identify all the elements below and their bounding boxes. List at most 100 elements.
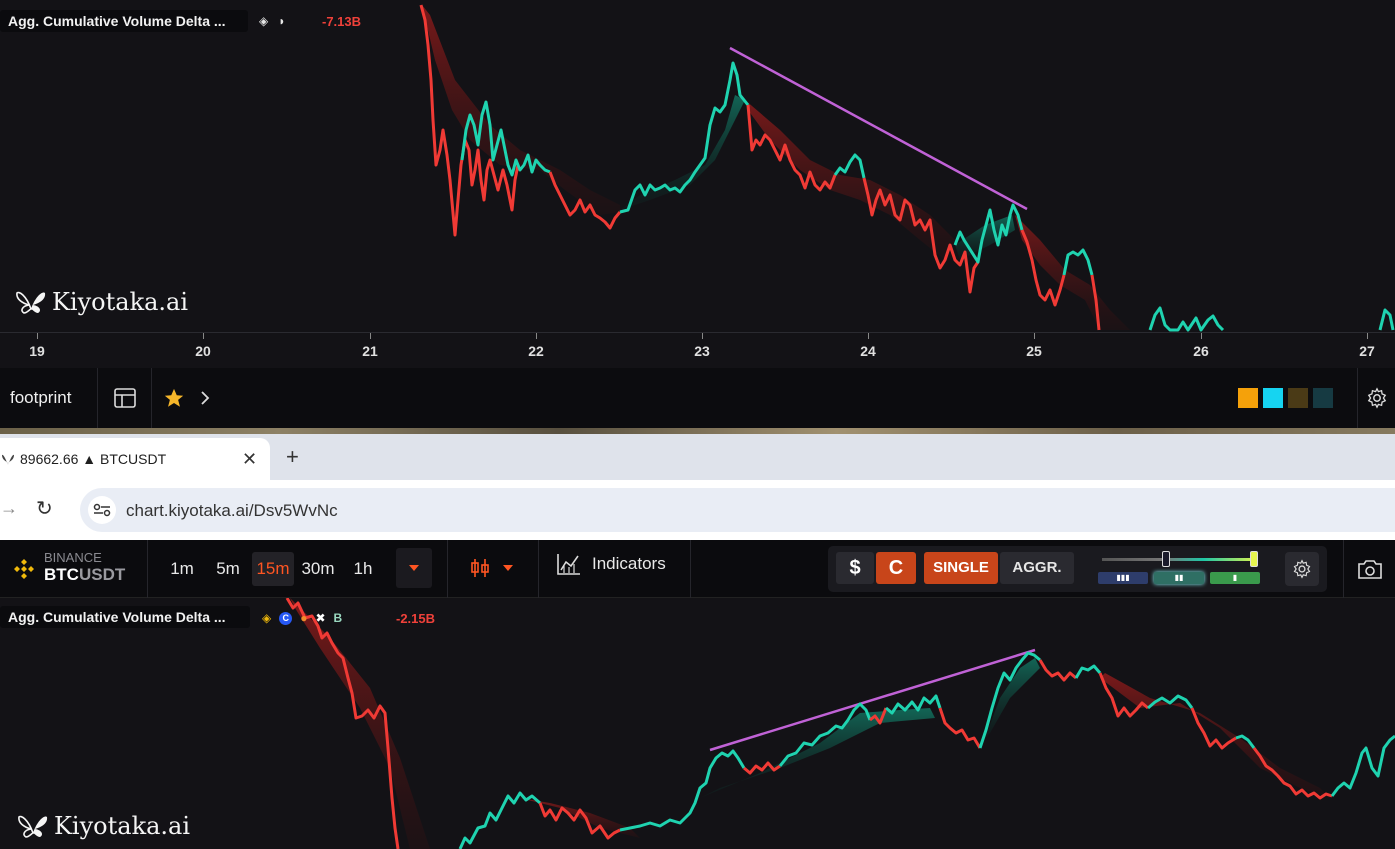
tick-mark: [370, 333, 371, 339]
mode-control-group: $ C SINGLE AGGR. ▮▮▮ ▮▮ ▮: [828, 546, 1327, 592]
indicators-button[interactable]: Indicators: [556, 552, 666, 576]
delta-value: -2.15B: [396, 611, 436, 626]
cvd-line-segment: [619, 749, 746, 832]
bottom-toolbar: footprint: [0, 368, 1395, 428]
tick-mark: [1034, 333, 1035, 339]
currency-coin-button[interactable]: C: [876, 552, 916, 584]
timeframe-30m[interactable]: 30m: [296, 552, 340, 586]
footprint-label: footprint: [10, 388, 72, 407]
x-tick-label: 22: [528, 343, 544, 359]
layout-button[interactable]: [98, 368, 152, 428]
kiyotaka-logo: Kiyotaka.ai: [18, 812, 190, 840]
x-tick-label: 21: [362, 343, 378, 359]
cvd-line-segment: [1074, 664, 1102, 679]
tick-mark: [1201, 333, 1202, 339]
exchange-label: BINANCE: [44, 550, 102, 565]
cvd-ribbon-bullish-1: [620, 95, 745, 210]
divider: [538, 540, 539, 598]
binance-icon: ◈: [262, 611, 272, 625]
segment-high[interactable]: ▮: [1210, 572, 1260, 584]
bottom-chart-panel[interactable]: Agg. Cumulative Volume Delta ... ◈ C ● ✖…: [0, 598, 1395, 849]
star-icon: [164, 388, 184, 407]
indicator-title-tag[interactable]: Agg. Cumulative Volume Delta ...: [0, 606, 250, 628]
tick-mark: [203, 333, 204, 339]
bottom-cvd-plot[interactable]: [0, 598, 1395, 849]
coinbase-icon: C: [279, 611, 293, 625]
timeframe-1m[interactable]: 1m: [164, 552, 200, 586]
tick-mark: [868, 333, 869, 339]
color-swatch[interactable]: [1288, 388, 1308, 408]
chevron-right-icon: [201, 391, 210, 405]
timeframe-5m[interactable]: 5m: [208, 552, 248, 586]
color-swatch[interactable]: [1263, 388, 1283, 408]
tick-mark: [1367, 333, 1368, 339]
toolbar-settings-button[interactable]: [1357, 368, 1395, 428]
segment-low[interactable]: ▮▮▮: [1098, 572, 1148, 584]
aggregate-mode-button[interactable]: AGGR.: [1000, 552, 1074, 584]
new-tab-button[interactable]: +: [286, 444, 299, 470]
tune-icon: [93, 503, 111, 517]
color-swatch[interactable]: [1238, 388, 1258, 408]
timeframe-dropdown[interactable]: [396, 548, 432, 588]
cvd-line-segment: [1148, 306, 1225, 332]
divider: [447, 540, 448, 598]
color-swatches: [1238, 388, 1333, 408]
chart-type-selector[interactable]: [470, 557, 514, 579]
binance-logo-icon: [14, 559, 34, 579]
camera-icon: [1357, 560, 1382, 579]
symbol-selector[interactable]: BTCUSDT: [44, 565, 125, 585]
cvd-ribbon-bearish-3: [1015, 215, 1130, 330]
color-swatch[interactable]: [1313, 388, 1333, 408]
cvd-line-segment: [1038, 659, 1077, 682]
cvd-line-segment: [1062, 248, 1094, 276]
url-text: chart.kiyotaka.ai/Dsv5WvNc: [126, 501, 338, 520]
okx-icon: ✖: [315, 611, 326, 625]
slider-track: [1102, 558, 1258, 561]
currency-dollar-button[interactable]: $: [836, 552, 874, 584]
footprint-button[interactable]: footprint: [0, 368, 98, 428]
tick-mark: [536, 333, 537, 339]
header-settings-button[interactable]: [1285, 552, 1319, 586]
x-tick-label: 26: [1193, 343, 1209, 359]
timeframe-15m[interactable]: 15m: [252, 552, 294, 586]
cvd-ribbon-bullish-2: [985, 658, 1040, 738]
gear-icon: [1293, 559, 1311, 579]
reload-icon[interactable]: ↻: [36, 496, 53, 521]
cvd-line-segment: [938, 707, 982, 749]
time-axis[interactable]: 19 20 21 22 23 24 25 26 27: [0, 332, 1395, 368]
slider-handle-right[interactable]: [1250, 551, 1258, 567]
address-bar: → ↻ chart.kiyotaka.ai/Dsv5WvNc: [0, 480, 1395, 540]
indicator-title: Agg. Cumulative Volume Delta ...: [8, 609, 226, 625]
binance-icon: ◈: [259, 14, 269, 28]
cvd-line-segment: [458, 791, 541, 849]
app-header: BINANCE BTCUSDT 1m 5m 15m 30m 1h Indicat…: [0, 540, 1395, 598]
top-chart-panel[interactable]: Agg. Cumulative Volume Delta ... ◈ ◗ -7.…: [0, 0, 1395, 368]
timeframe-1h[interactable]: 1h: [344, 552, 382, 586]
chevron-down-icon: [409, 565, 419, 571]
site-info-button[interactable]: [88, 496, 116, 524]
x-tick-label: 24: [860, 343, 876, 359]
tab-title: 89662.66 ▲ BTCUSDT: [20, 451, 167, 467]
cvd-ribbon-bearish-2: [520, 798, 640, 838]
indicator-title-tag[interactable]: Agg. Cumulative Volume Delta ...: [0, 10, 248, 32]
segment-mid[interactable]: ▮▮: [1154, 572, 1204, 584]
gear-icon: [1367, 387, 1386, 409]
symbol-quote: USDT: [78, 565, 126, 584]
forward-icon[interactable]: →: [0, 498, 18, 519]
favorites-button[interactable]: [152, 368, 222, 428]
tick-mark: [37, 333, 38, 339]
browser-tab[interactable]: 89662.66 ▲ BTCUSDT ✕: [0, 438, 270, 480]
chart-line-icon: [557, 554, 580, 575]
range-slider[interactable]: ▮▮▮ ▮▮ ▮: [1096, 550, 1266, 588]
single-mode-button[interactable]: SINGLE: [924, 552, 998, 584]
url-field[interactable]: chart.kiyotaka.ai/Dsv5WvNc: [80, 488, 1395, 532]
slider-handle-left[interactable]: [1162, 551, 1170, 567]
butterfly-icon: [16, 291, 46, 314]
indicators-label: Indicators: [592, 554, 666, 573]
close-tab-icon[interactable]: ✕: [242, 449, 257, 470]
screenshot-button[interactable]: [1343, 540, 1395, 598]
butterfly-icon: [18, 815, 48, 838]
x-tick-label: 19: [29, 343, 45, 359]
x-tick-label: 25: [1026, 343, 1042, 359]
top-cvd-plot[interactable]: [0, 0, 1395, 332]
